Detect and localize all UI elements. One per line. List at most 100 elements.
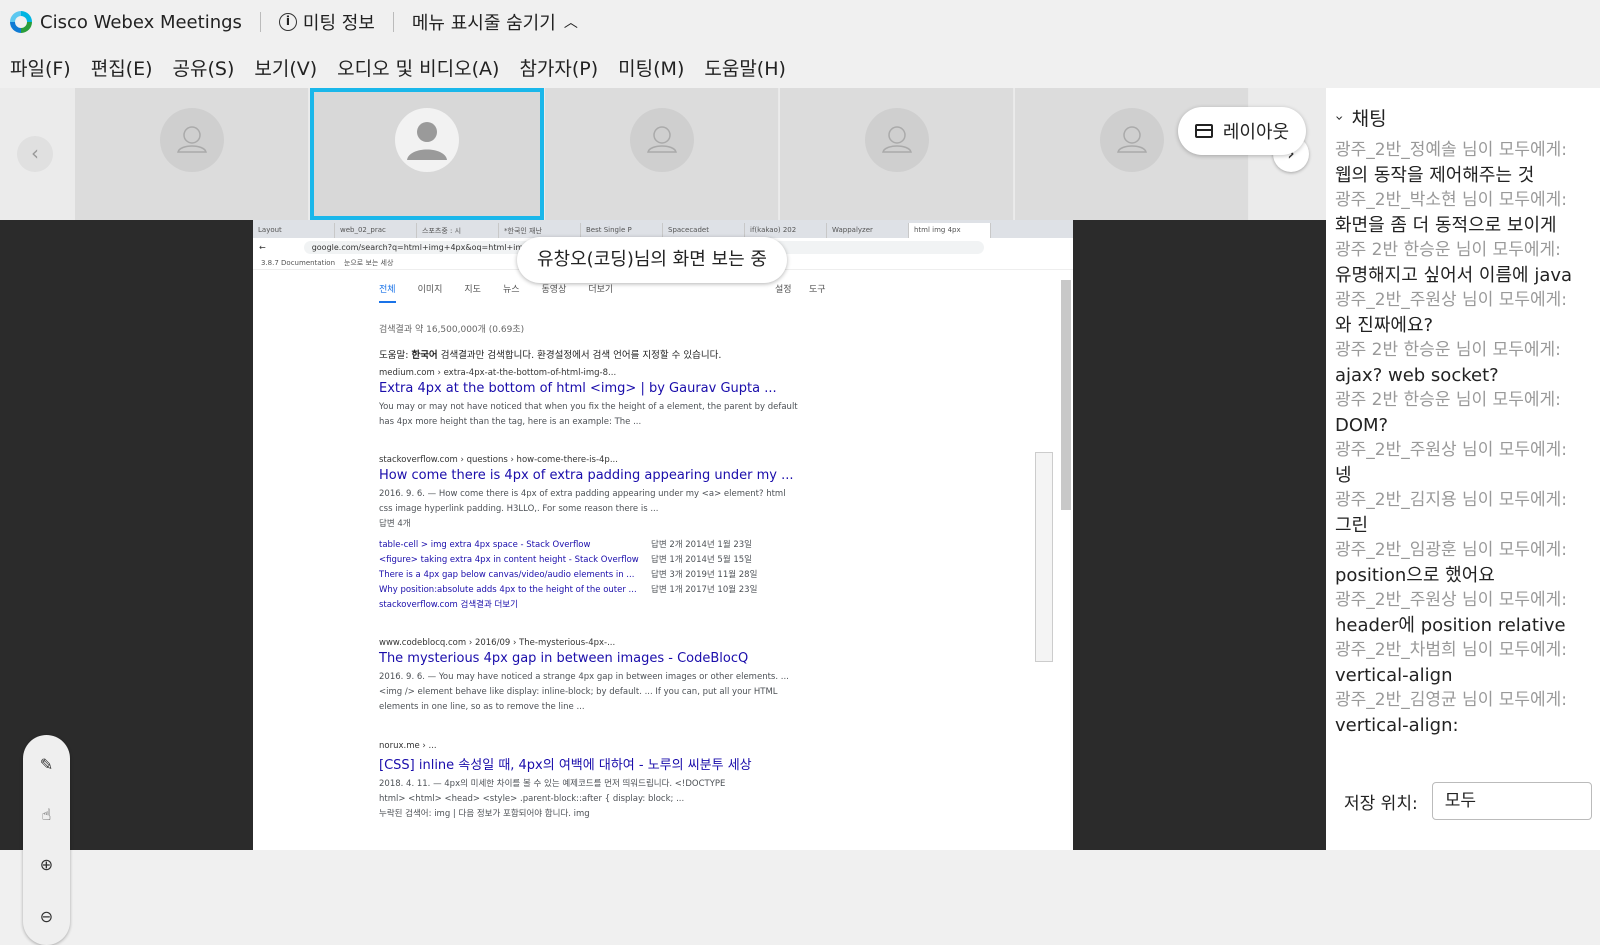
webex-logo-icon — [10, 11, 32, 33]
result-snippet: 2018. 4. 11. — 4px의 미세한 차이를 볼 수 있는 예제코드를… — [379, 779, 726, 819]
chat-sender: 광주_2반_주원상 님이 모두에게: — [1335, 440, 1568, 460]
menu-edit[interactable]: 편집(E) — [91, 54, 153, 81]
annotation-tools: ✎ ☝ ⊕ ⊖ — [23, 735, 70, 945]
menu-meeting[interactable]: 미팅(M) — [618, 54, 684, 81]
google-settings[interactable]: 설정 — [775, 282, 792, 295]
menu-participant[interactable]: 참가자(P) — [519, 54, 598, 81]
browser-tab-active[interactable]: html img 4px — [909, 223, 991, 238]
chat-text: 웹의 동작을 제어해주는 것 — [1335, 165, 1535, 186]
menu-view[interactable]: 보기(V) — [254, 54, 317, 81]
avatar — [864, 108, 929, 172]
meeting-info-label: 미팅 정보 — [302, 13, 375, 34]
google-tab-images[interactable]: 이미지 — [418, 282, 443, 303]
chat-sender: 광주_2반_차범희 님이 모두에게: — [1335, 640, 1568, 660]
annotation-pen-toolbar[interactable] — [1035, 452, 1053, 662]
menu-file[interactable]: 파일(F) — [10, 54, 71, 81]
browser-tab[interactable]: web_02_prac — [335, 223, 417, 238]
chat-text: header에 position relative — [1335, 615, 1566, 636]
result-title[interactable]: How come there is 4px of extra padding a… — [379, 468, 819, 483]
app-title: Cisco Webex Meetings — [40, 11, 242, 33]
shared-screen-stage: Layout web_02_prac 스포츠중 : 시 *한국인 재난 Best… — [0, 220, 1326, 945]
sublinks: table-cell > img extra 4px space - Stack… — [379, 538, 819, 613]
chat-message-list[interactable]: 광주_2반_정예솔 님이 모두에게: 웹의 동작을 제어해주는 것 광주_2반_박… — [1335, 138, 1600, 738]
sublink[interactable]: table-cell > img extra 4px space - Stack… — [379, 538, 819, 553]
google-tab-news[interactable]: 뉴스 — [503, 282, 520, 303]
scrollbar[interactable] — [1061, 280, 1071, 510]
chat-text: 와 진짜에요? — [1335, 315, 1434, 336]
prev-page-button[interactable]: ‹ — [17, 136, 53, 172]
bookmark-item[interactable]: 3.8.7 Documentation — [261, 259, 335, 267]
google-tab-videos[interactable]: 동영상 — [542, 282, 567, 303]
zoom-in-icon[interactable]: ⊕ — [23, 855, 70, 874]
chat-message: 광주_2반_김영균 님이 모두에게: vertical-align: — [1335, 688, 1600, 738]
help-link[interactable]: 한국어 — [411, 350, 437, 361]
browser-tab[interactable]: Spacecadet — [663, 223, 745, 238]
chat-message: 광주_2반_정예솔 님이 모두에게: 웹의 동작을 제어해주는 것 — [1335, 138, 1600, 188]
zoom-out-icon[interactable]: ⊖ — [23, 907, 70, 926]
remote-control-icon[interactable]: ☝ — [23, 805, 70, 824]
browser-tab[interactable]: Wappalyzer — [827, 223, 909, 238]
chat-sender: 광주_2반_김영균 님이 모두에게: — [1335, 690, 1568, 710]
chat-text: 넹 — [1335, 465, 1352, 486]
browser-tab[interactable]: *한국인 재난 — [499, 223, 581, 238]
browser-tab-bar: Layout web_02_prac 스포츠중 : 시 *한국인 재난 Best… — [253, 220, 1073, 238]
result-snippet: 2016. 9. 6. — You may have noticed a str… — [379, 672, 789, 712]
browser-tab[interactable]: if(kakao) 202 — [745, 223, 827, 238]
avatar — [1099, 108, 1164, 172]
chat-text: ajax? web socket? — [1335, 365, 1499, 386]
recipient-select[interactable]: 모두 — [1431, 782, 1592, 820]
search-result: www.codeblocq.com › 2016/09 › The-myster… — [379, 638, 819, 715]
annotate-icon[interactable]: ✎ — [23, 755, 70, 774]
google-tools[interactable]: 도구 — [809, 282, 826, 295]
result-count: 검색결과 약 16,500,000개 (0.69초) — [379, 317, 819, 336]
chat-message: 광주_2반_주원상 님이 모두에게: header에 position relat… — [1335, 588, 1600, 638]
chat-text: 화면을 좀 더 동적으로 보이게 — [1335, 215, 1557, 236]
menu-share[interactable]: 공유(S) — [173, 54, 235, 81]
google-tab-maps[interactable]: 지도 — [464, 282, 481, 303]
result-title[interactable]: Extra 4px at the bottom of html <img> | … — [379, 381, 819, 396]
sublink[interactable]: There is a 4px gap below canvas/video/au… — [379, 568, 819, 583]
result-title[interactable]: The mysterious 4px gap in between images… — [379, 651, 819, 666]
help-prefix: 도움말: — [379, 350, 412, 361]
browser-tab[interactable]: Layout — [253, 223, 335, 238]
back-icon[interactable]: ← — [259, 243, 266, 252]
chat-text: vertical-align — [1335, 665, 1453, 686]
chat-text: position으로 했어요 — [1335, 565, 1495, 586]
chat-text: 유명해지고 싶어서 이름에 java — [1335, 265, 1573, 286]
participant-thumbnail[interactable] — [75, 88, 309, 220]
google-tabs: 전체 이미지 지도 뉴스 동영상 더보기 — [379, 282, 635, 303]
result-snippet: 2016. 9. 6. — How come there is 4px of e… — [379, 489, 786, 529]
chat-header[interactable]: › 채팅 — [1331, 104, 1387, 131]
layout-button[interactable]: 레이아웃 — [1178, 107, 1306, 155]
chat-panel: › 채팅 광주_2반_정예솔 님이 모두에게: 웹의 동작을 제어해주는 것 광주… — [1326, 88, 1600, 850]
chat-message: 광주 2반 한승운 님이 모두에게: DOM? — [1335, 388, 1600, 438]
hide-menu-label: 메뉴 표시줄 숨기기 — [411, 13, 556, 34]
language-help: 도움말: 한국어 검색결과만 검색합니다. 환경설정에서 검색 언어를 지정할 … — [379, 343, 819, 362]
result-title[interactable]: [CSS] inline 속성일 때, 4px의 여백에 대하여 - 노루의 씨… — [379, 754, 819, 773]
chat-message: 광주 2반 한승운 님이 모두에게: 유명해지고 싶어서 이름에 java — [1335, 238, 1600, 288]
chat-message: 광주 2반 한승운 님이 모두에게: ajax? web socket? — [1335, 338, 1600, 388]
browser-tab[interactable]: 스포츠중 : 시 — [417, 223, 499, 238]
bookmark-item[interactable]: 눈으로 보는 세상 — [344, 259, 394, 267]
sublink[interactable]: Why position:absolute adds 4px to the he… — [379, 583, 819, 598]
participant-thumbnail[interactable] — [780, 88, 1014, 220]
search-result: norux.me › ... [CSS] inline 속성일 때, 4px의 … — [379, 741, 819, 822]
participant-thumbnail[interactable] — [545, 88, 779, 220]
chat-sender: 광주_2반_주원상 님이 모두에게: — [1335, 290, 1568, 310]
browser-tab[interactable]: Best Single P — [581, 223, 663, 238]
more-results-link[interactable]: stackoverflow.com 검색결과 더보기 — [379, 598, 819, 613]
meeting-info-button[interactable]: i 미팅 정보 — [278, 9, 375, 35]
chat-sender: 광주_2반_정예솔 님이 모두에게: — [1335, 140, 1568, 160]
chat-sender: 광주_2반_김지용 님이 모두에게: — [1335, 490, 1568, 510]
google-tab-all[interactable]: 전체 — [379, 282, 396, 303]
hide-menu-button[interactable]: 메뉴 표시줄 숨기기 ︿ — [412, 9, 578, 35]
chat-sender: 광주 2반 한승운 님이 모두에게: — [1335, 390, 1561, 410]
menu-help[interactable]: 도움말(H) — [704, 54, 786, 81]
participant-thumbnail-active[interactable] — [310, 88, 544, 220]
google-tab-more[interactable]: 더보기 — [588, 282, 613, 303]
menu-audio-video[interactable]: 오디오 및 비디오(A) — [337, 54, 499, 81]
sublink[interactable]: <figure> taking extra 4px in content hei… — [379, 553, 819, 568]
result-cite: norux.me › ... — [379, 741, 437, 751]
search-result: stackoverflow.com › questions › how-come… — [379, 455, 819, 613]
shared-screen: Layout web_02_prac 스포츠중 : 시 *한국인 재난 Best… — [253, 220, 1073, 850]
